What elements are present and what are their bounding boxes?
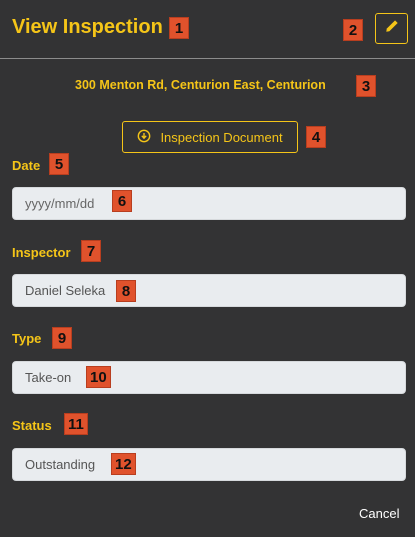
inspector-value: Daniel Seleka <box>25 283 106 298</box>
status-value: Outstanding <box>25 457 96 472</box>
annotation-badge-12: 12 <box>111 453 136 475</box>
status-label: Status <box>12 418 52 433</box>
status-field: Outstanding <box>12 448 406 481</box>
annotation-badge-8: 8 <box>116 280 136 302</box>
inspector-field: Daniel Seleka <box>12 274 406 307</box>
cancel-button[interactable]: Cancel <box>359 506 399 521</box>
annotation-badge-9: 9 <box>52 327 72 349</box>
type-field: Take-on <box>12 361 406 394</box>
annotation-badge-10: 10 <box>86 366 111 388</box>
header-divider <box>0 58 415 59</box>
edit-button[interactable] <box>375 13 408 44</box>
date-input[interactable] <box>25 196 115 211</box>
annotation-badge-1: 1 <box>169 17 189 39</box>
pencil-icon <box>385 19 399 38</box>
download-circle-icon <box>137 129 151 146</box>
annotation-badge-11: 11 <box>64 413 88 435</box>
property-address: 300 Menton Rd, Centurion East, Centurion <box>75 78 326 92</box>
annotation-badge-4: 4 <box>306 126 326 148</box>
page-title: View Inspection <box>12 16 163 38</box>
annotation-badge-5: 5 <box>49 153 69 175</box>
annotation-badge-3: 3 <box>356 75 376 97</box>
inspector-label: Inspector <box>12 245 71 260</box>
annotation-badge-7: 7 <box>81 240 101 262</box>
annotation-badge-2: 2 <box>343 19 363 41</box>
type-value: Take-on <box>25 370 72 385</box>
date-label: Date <box>12 158 41 173</box>
inspection-document-button[interactable]: Inspection Document <box>122 121 298 153</box>
annotation-badge-6: 6 <box>112 190 132 212</box>
date-field[interactable] <box>12 187 406 220</box>
inspection-document-label: Inspection Document <box>160 129 283 145</box>
type-label: Type <box>12 331 42 346</box>
